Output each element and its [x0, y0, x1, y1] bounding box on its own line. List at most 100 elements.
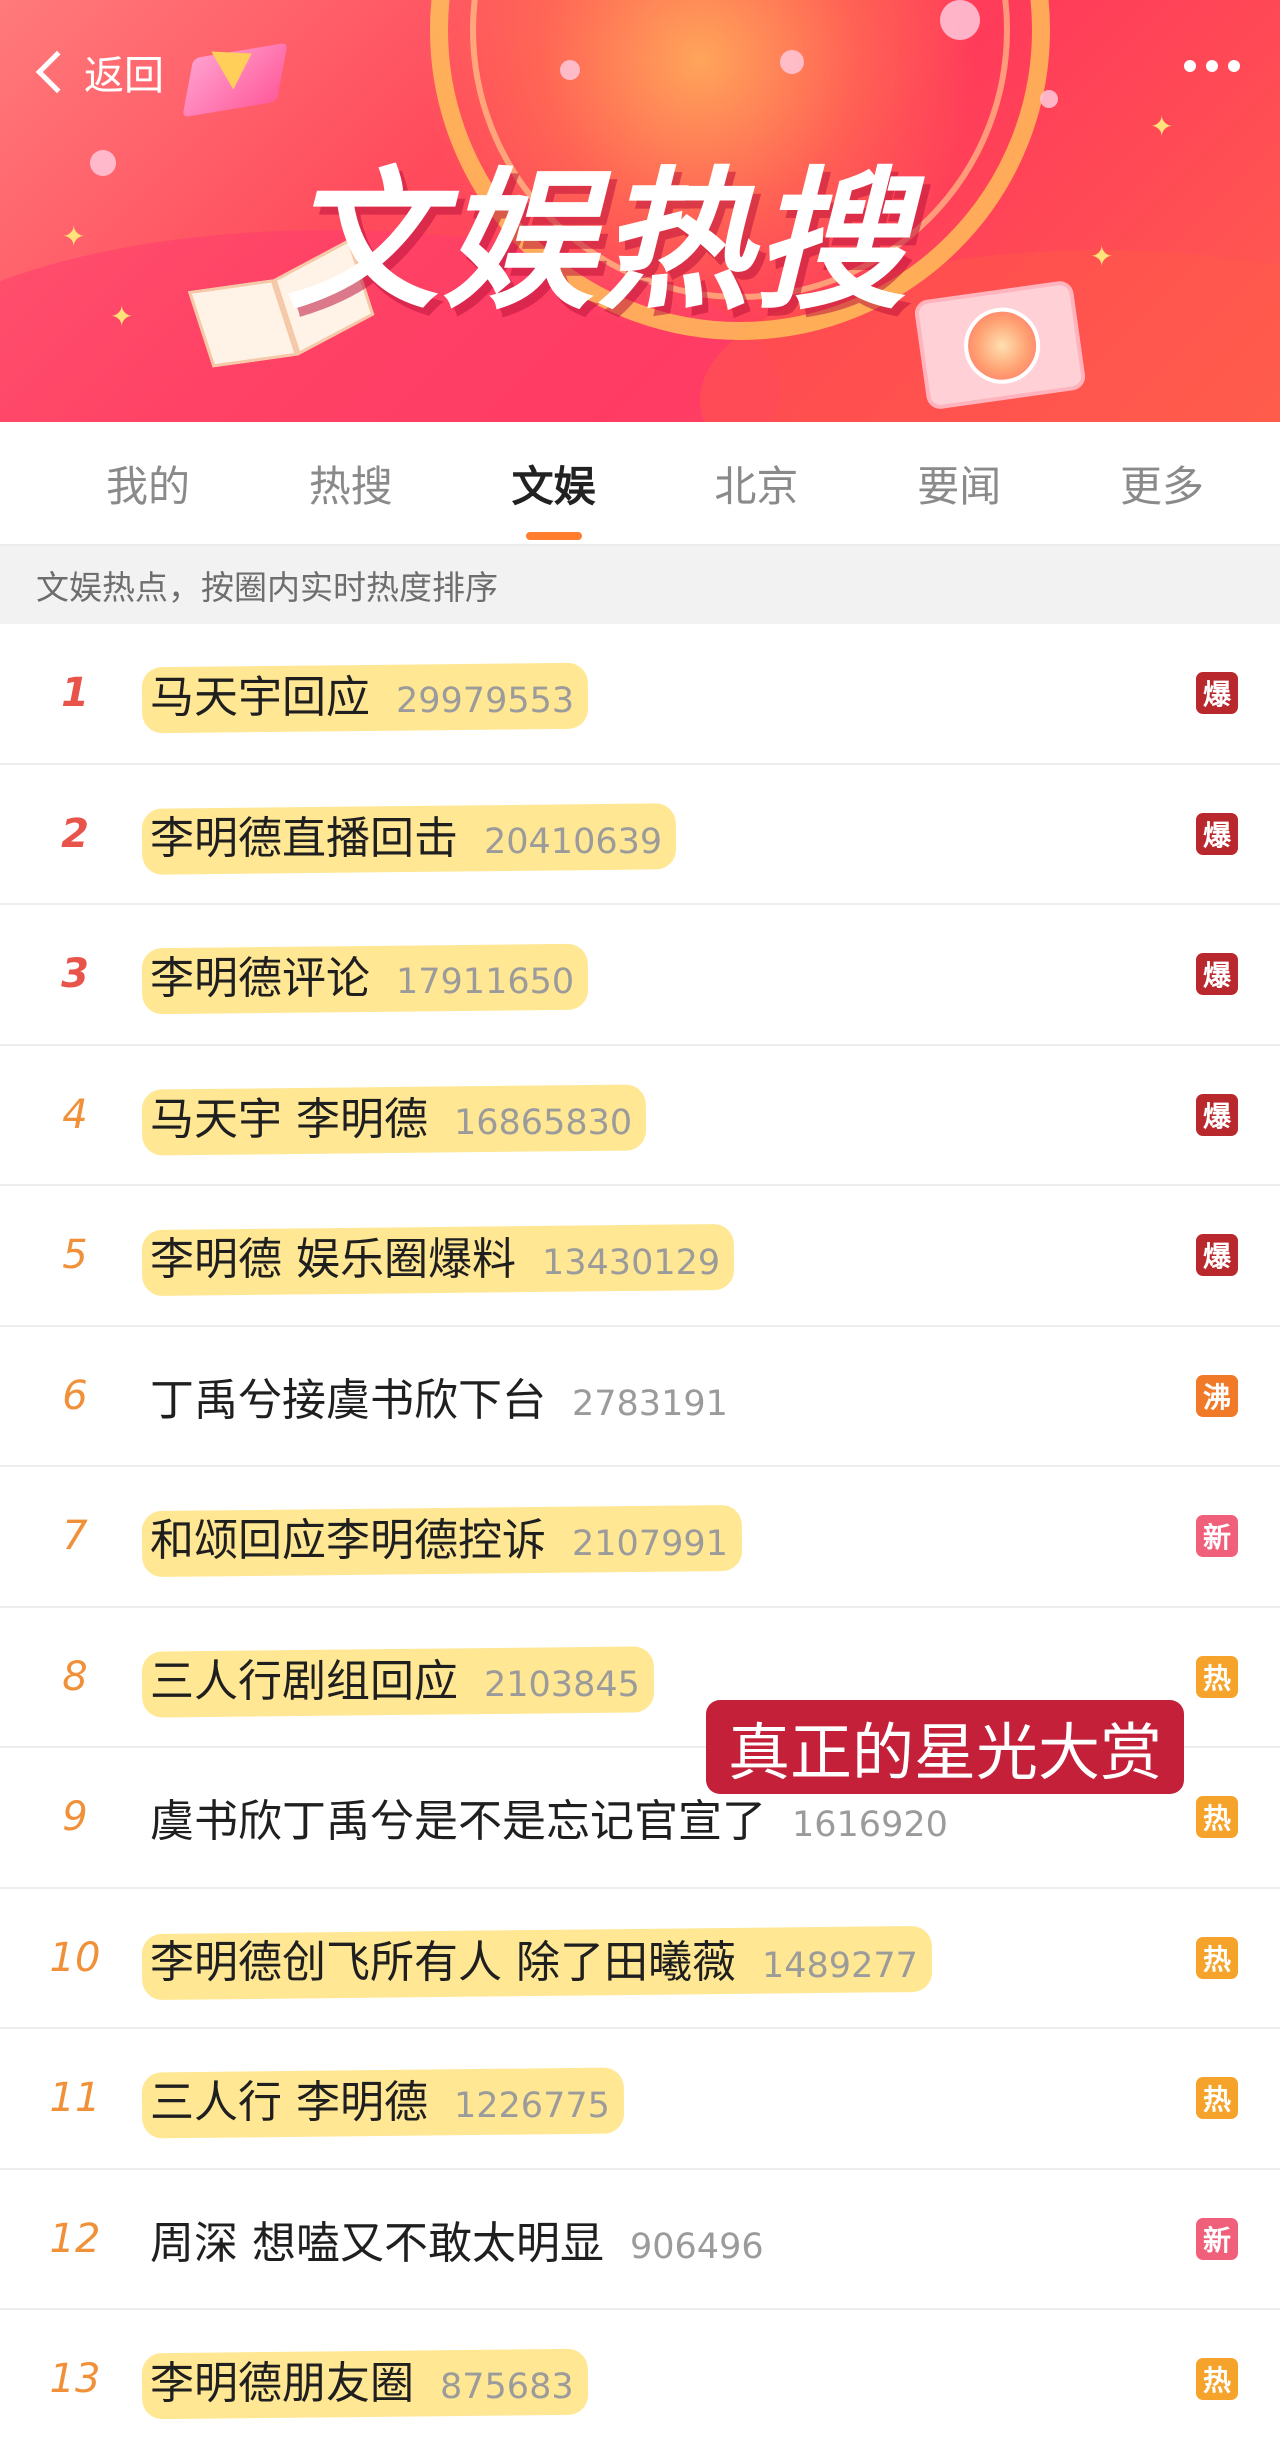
status-badge: 热 — [1196, 2358, 1238, 2401]
item-title: 三人行 李明德 — [150, 2077, 428, 2129]
status-badge: 爆 — [1196, 953, 1238, 996]
status-badge: 爆 — [1196, 1093, 1238, 1136]
item-title: 李明德朋友圈 — [150, 2358, 414, 2410]
bubble-decoration — [560, 60, 580, 80]
heat-count: 16865830 — [454, 1102, 633, 1143]
tab-2[interactable]: 文娱 — [508, 453, 600, 540]
category-tabs: 我的 热搜 文娱 北京 要闻 更多 — [0, 422, 1280, 546]
item-title: 虞书欣丁禹兮是不是忘记官宣了 — [150, 1796, 766, 1848]
item-text: 三人行 李明德 1226775 — [150, 2066, 610, 2130]
star-icon: ✦ — [110, 300, 134, 333]
list-item[interactable]: 6 丁禹兮接虞书欣下台 2783191 沸 — [0, 1327, 1280, 1467]
item-title: 马天宇回应 — [150, 672, 370, 724]
item-title: 周深 想嗑又不敢太明显 — [150, 2217, 604, 2269]
bubble-decoration — [1040, 90, 1058, 108]
heat-count: 1616920 — [792, 1805, 948, 1846]
hot-search-list: 1 马天宇回应 29979553 爆 2 李明德直播回击 20410639 爆 3 李明德评论 17… — [0, 624, 1280, 2447]
status-badge: 热 — [1196, 1655, 1238, 1698]
heat-count: 2783191 — [572, 1383, 728, 1424]
list-item[interactable]: 1 马天宇回应 29979553 爆 — [0, 624, 1280, 765]
status-badge: 热 — [1196, 1936, 1238, 1979]
list-item[interactable]: 12 周深 想嗑又不敢太明显 906496 新 — [0, 2170, 1280, 2310]
list-item[interactable]: 2 李明德直播回击 20410639 爆 — [0, 765, 1280, 905]
heat-count: 906496 — [630, 2226, 764, 2267]
tab-5[interactable]: 更多 — [1116, 453, 1208, 514]
tab-4[interactable]: 要闻 — [913, 453, 1005, 514]
camera-illustration — [913, 279, 1087, 411]
list-item[interactable]: 11 三人行 李明德 1226775 热 — [0, 2029, 1280, 2170]
item-text: 李明德评论 17911650 — [150, 942, 574, 1006]
item-text: 周深 想嗑又不敢太明显 906496 — [150, 2207, 764, 2271]
rank-number: 10 — [49, 1934, 101, 1981]
chevron-left-icon — [35, 50, 79, 94]
item-text: 丁禹兮接虞书欣下台 2783191 — [150, 1364, 728, 1428]
camera-lens — [959, 302, 1046, 389]
item-title: 三人行剧组回应 — [150, 1655, 458, 1707]
heat-count: 1489277 — [762, 1945, 918, 1986]
item-title: 李明德直播回击 — [150, 812, 458, 864]
status-badge: 新 — [1196, 2217, 1238, 2260]
status-badge: 爆 — [1196, 1234, 1238, 1277]
item-text: 马天宇回应 29979553 — [150, 661, 574, 725]
rank-number: 12 — [49, 2215, 101, 2262]
list-item[interactable]: 7 和颂回应李明德控诉 2107991 新 — [0, 1467, 1280, 1608]
rank-number: 6 — [62, 1372, 88, 1419]
overlay-caption: 真正的星光大赏 — [706, 1700, 1185, 1794]
more-dot-icon — [1228, 60, 1240, 72]
banner-title: 文娱热搜 — [286, 153, 910, 330]
rank-number: 11 — [49, 2075, 101, 2122]
heat-count: 20410639 — [484, 821, 663, 862]
item-title: 李明德创飞所有人 除了田曦薇 — [150, 1936, 736, 1988]
item-title: 和颂回应李明德控诉 — [150, 1515, 546, 1567]
heat-count: 2107991 — [572, 1524, 728, 1565]
item-text: 马天宇 李明德 16865830 — [150, 1083, 632, 1147]
star-icon: ✦ — [62, 220, 86, 253]
more-options-button[interactable] — [1184, 60, 1240, 72]
item-title: 丁禹兮接虞书欣下台 — [150, 1374, 546, 1426]
heat-count: 875683 — [440, 2367, 574, 2408]
rank-number: 9 — [62, 1794, 88, 1841]
more-dot-icon — [1184, 60, 1196, 72]
bubble-decoration — [90, 150, 116, 176]
back-button[interactable]: 返回 — [28, 40, 164, 104]
rank-number: 3 — [61, 951, 89, 998]
status-badge: 沸 — [1196, 1374, 1238, 1417]
item-text: 李明德直播回击 20410639 — [150, 802, 662, 866]
back-label: 返回 — [84, 53, 164, 99]
bubble-decoration — [780, 50, 804, 74]
banner: ✦ ✦ ✦ ✦ 返回 文娱热搜 — [0, 0, 1280, 422]
item-text: 虞书欣丁禹兮是不是忘记官宣了 1616920 — [150, 1785, 948, 1849]
list-item[interactable]: 13 李明德朋友圈 875683 热 — [0, 2310, 1280, 2447]
rank-number: 7 — [62, 1513, 88, 1560]
heat-count: 13430129 — [542, 1243, 721, 1284]
status-badge: 爆 — [1196, 672, 1238, 715]
item-title: 李明德 娱乐圈爆料 — [150, 1234, 516, 1286]
rank-number: 2 — [61, 810, 89, 857]
heat-count: 29979553 — [396, 681, 575, 722]
rank-number: 8 — [62, 1653, 88, 1700]
rank-number: 13 — [49, 2356, 101, 2403]
item-text: 李明德创飞所有人 除了田曦薇 1489277 — [150, 1926, 918, 1990]
item-text: 李明德朋友圈 875683 — [150, 2347, 574, 2411]
star-icon: ✦ — [1090, 240, 1114, 273]
tab-3[interactable]: 北京 — [710, 453, 802, 514]
more-dot-icon — [1206, 60, 1218, 72]
heat-count: 1226775 — [454, 2086, 610, 2127]
tab-1[interactable]: 热搜 — [305, 453, 397, 514]
list-item[interactable]: 4 马天宇 李明德 16865830 爆 — [0, 1046, 1280, 1186]
item-title: 李明德评论 — [150, 953, 370, 1005]
tab-0[interactable]: 我的 — [102, 453, 194, 514]
rank-number: 4 — [62, 1091, 88, 1138]
list-description: 文娱热点，按圈内实时热度排序 — [0, 546, 1280, 624]
list-item[interactable]: 10 李明德创飞所有人 除了田曦薇 1489277 热 — [0, 1889, 1280, 2029]
item-text: 和颂回应李明德控诉 2107991 — [150, 1504, 728, 1568]
list-item[interactable]: 5 李明德 娱乐圈爆料 13430129 爆 — [0, 1186, 1280, 1327]
item-title: 马天宇 李明德 — [150, 1093, 428, 1145]
bubble-decoration — [940, 0, 980, 40]
heat-count: 2103845 — [484, 1664, 640, 1705]
heat-count: 17911650 — [396, 962, 575, 1003]
list-item[interactable]: 3 李明德评论 17911650 爆 — [0, 905, 1280, 1046]
rank-number: 5 — [62, 1232, 88, 1279]
rank-number: 1 — [61, 670, 89, 717]
status-badge: 热 — [1196, 1796, 1238, 1839]
